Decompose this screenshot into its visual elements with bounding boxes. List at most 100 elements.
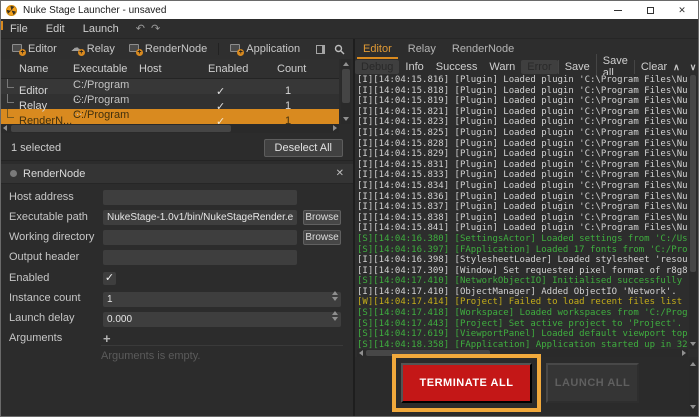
filter-success-button[interactable]: Success	[430, 60, 484, 74]
deselect-all-button[interactable]: Deselect All	[264, 139, 343, 157]
add-rendernode-button[interactable]: + RenderNode	[122, 39, 214, 59]
launch-all-button[interactable]: LAUNCH ALL	[546, 363, 639, 403]
log-filter-bar: DebugInfoSuccessWarnError Save Save all …	[355, 59, 698, 75]
log-line: [I][14:04:15.834] [Plugin] Loaded plugin…	[357, 181, 688, 192]
table-cell: Editor	[19, 85, 73, 97]
scroll-up-icon[interactable]	[343, 62, 349, 66]
filter-warn-button[interactable]: Warn	[483, 60, 521, 74]
scroll-down-icon[interactable]	[343, 117, 349, 121]
table-vertical-scrollbar[interactable]	[341, 59, 351, 124]
log-line: [S][14:04:16.380] [SettingsActor] Loaded…	[357, 234, 688, 245]
window-controls: ✕	[602, 1, 698, 19]
scroll-up-icon[interactable]	[690, 362, 696, 366]
output-header-row: Output header	[9, 249, 345, 265]
column-header-host[interactable]: Host	[139, 63, 208, 75]
add-application-label: Application	[246, 43, 300, 55]
launch-delay-field[interactable]	[103, 312, 341, 327]
add-relay-button[interactable]: ☁+ Relay	[64, 39, 122, 59]
tab-editor[interactable]: Editor	[355, 40, 400, 59]
log-line: [I][14:04:15.819] [Plugin] Loaded plugin…	[357, 96, 688, 107]
undo-icon[interactable]: ↶	[136, 22, 145, 35]
log-line: [S][14:04:16.397] [FApplication] Loaded …	[357, 245, 688, 256]
properties-close-icon[interactable]: ✕	[336, 168, 344, 179]
node-status-dot-icon	[10, 170, 17, 177]
title-bar[interactable]: Nuke Stage Launcher - unsaved ✕	[1, 1, 698, 19]
properties-header: RenderNode ✕	[1, 164, 353, 184]
add-editor-label: Editor	[28, 43, 57, 55]
executable-path-field[interactable]	[103, 210, 297, 225]
working-directory-browse-button[interactable]: Browse	[303, 230, 341, 245]
add-argument-button[interactable]: +	[103, 332, 111, 345]
scroll-left-icon[interactable]	[359, 350, 363, 356]
log-line: [I][14:04:15.818] [Plugin] Loaded plugin…	[357, 86, 688, 97]
enabled-checkbox[interactable]: ✓	[103, 272, 116, 285]
column-header-count[interactable]: Count	[277, 63, 339, 75]
log-clear-button[interactable]: Clear	[634, 60, 673, 74]
working-directory-field[interactable]	[103, 230, 297, 245]
log-line: [I][14:04:15.825] [Plugin] Loaded plugin…	[357, 128, 688, 139]
search-icon[interactable]	[334, 44, 345, 55]
output-header-field[interactable]	[103, 250, 297, 265]
host-address-field[interactable]	[103, 190, 297, 205]
table-horizontal-scrollbar[interactable]	[1, 124, 339, 133]
enabled-check-icon: ✓	[208, 100, 277, 113]
log-horizontal-scrollbar[interactable]	[357, 349, 688, 357]
log-save-button[interactable]: Save	[558, 60, 596, 74]
column-header-name[interactable]: Name	[19, 63, 73, 75]
tab-relay[interactable]: Relay	[400, 40, 444, 59]
log-line: [W][14:04:17.414] [Project] Failed to lo…	[357, 297, 688, 308]
properties-title: RenderNode	[23, 168, 85, 180]
log-line: [I][14:04:15.838] [Plugin] Loaded plugin…	[357, 213, 688, 224]
panel-layout-icon[interactable]	[315, 44, 326, 55]
log-line: [I][14:04:15.833] [Plugin] Loaded plugin…	[357, 170, 688, 181]
menu-edit[interactable]: Edit	[37, 23, 74, 35]
scrollbar-thumb[interactable]	[690, 75, 696, 272]
rendernode-add-icon: +	[129, 44, 141, 54]
terminate-all-button[interactable]: TERMINATE ALL	[401, 363, 532, 403]
menu-launch[interactable]: Launch	[74, 23, 128, 35]
instance-count-field[interactable]	[103, 292, 341, 307]
scroll-down-icon[interactable]	[690, 405, 696, 409]
enabled-row: Enabled ✓	[9, 270, 345, 286]
log-line: [S][14:04:17.418] [Workspace] Loaded wor…	[357, 308, 688, 319]
column-header-enabled[interactable]: Enabled	[208, 63, 277, 75]
arguments-label: Arguments	[9, 332, 103, 344]
nuke-app-icon	[6, 5, 17, 16]
left-edge-accent	[1, 21, 3, 30]
executable-browse-button[interactable]: Browse	[303, 210, 341, 225]
launch-delay-spinner[interactable]	[332, 311, 338, 321]
close-button[interactable]: ✕	[666, 1, 698, 19]
add-rendernode-label: RenderNode	[145, 43, 207, 55]
launch-control-bar: TERMINATE ALL LAUNCH ALL	[355, 357, 698, 416]
menu-file[interactable]: File	[1, 23, 37, 35]
scrollbar-thumb[interactable]	[342, 69, 350, 103]
tab-rendernode[interactable]: RenderNode	[444, 40, 522, 59]
log-scroll-down-icon[interactable]: ∨	[690, 62, 697, 73]
log-pane: DebugInfoSuccessWarnError Save Save all …	[355, 59, 698, 416]
scrollbar-thumb[interactable]	[366, 350, 490, 356]
column-header-executable[interactable]: Executable	[73, 63, 139, 75]
instance-count-spinner[interactable]	[332, 291, 338, 301]
filter-debug-button[interactable]: Debug	[355, 60, 399, 74]
host-address-row: Host address	[9, 189, 345, 205]
scroll-right-icon[interactable]	[333, 125, 337, 131]
bottom-vertical-scrollbar[interactable]	[689, 359, 697, 412]
filter-info-button[interactable]: Info	[399, 60, 429, 74]
log-scroll-up-icon[interactable]: ∧	[673, 62, 680, 73]
add-application-button[interactable]: + Application	[223, 39, 307, 59]
scroll-left-icon[interactable]	[3, 125, 7, 131]
minimize-button[interactable]	[602, 1, 634, 19]
filter-error-button[interactable]: Error	[521, 60, 557, 74]
executable-path-label: Executable path	[9, 211, 103, 223]
scrollbar-thumb[interactable]	[11, 125, 231, 132]
add-editor-button[interactable]: + Editor	[5, 39, 64, 59]
log-vertical-scrollbar[interactable]	[689, 75, 697, 349]
close-icon: ✕	[678, 6, 686, 15]
node-list-pane: Name Executable Host Enabled Count Edito…	[1, 59, 353, 416]
table-row[interactable]: EditorC:/Program ...✓1	[1, 79, 339, 94]
log-lines: [I][14:04:15.816] [Plugin] Loaded plugin…	[357, 75, 688, 349]
scroll-down-icon[interactable]	[690, 342, 696, 346]
scroll-right-icon[interactable]	[682, 350, 686, 356]
redo-icon[interactable]: ↷	[151, 22, 160, 35]
maximize-button[interactable]	[634, 1, 666, 19]
